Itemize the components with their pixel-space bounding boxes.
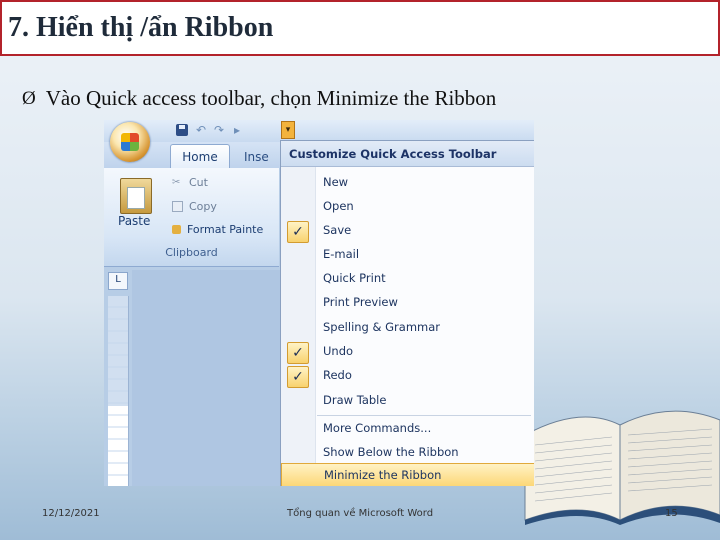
- cut-button[interactable]: ✂ Cut: [172, 176, 208, 189]
- menu-item-print-preview[interactable]: Print Preview: [281, 291, 534, 315]
- format-painter-button[interactable]: Format Painte: [172, 223, 263, 236]
- tab-home[interactable]: Home: [170, 144, 230, 169]
- undo-icon[interactable]: ↶: [196, 124, 208, 136]
- copy-icon: [172, 201, 183, 212]
- clipboard-group-label: Clipboard: [165, 246, 218, 259]
- paste-icon[interactable]: [120, 178, 152, 214]
- menu-item-more-commands[interactable]: More Commands...: [281, 417, 534, 441]
- menu-item-redo[interactable]: ✓ Redo: [281, 364, 534, 388]
- page-number: 15: [665, 508, 678, 519]
- paintbrush-icon: [172, 225, 181, 234]
- office-logo-icon: [121, 133, 139, 151]
- bullet-line: Ø Vào Quick access toolbar, chọn Minimiz…: [22, 86, 496, 111]
- bullet-text: Vào Quick access toolbar, chọn Minimize …: [45, 86, 497, 110]
- save-icon[interactable]: [176, 124, 188, 136]
- cut-label: Cut: [189, 176, 208, 189]
- menu-item-minimize-ribbon[interactable]: Minimize the Ribbon: [281, 463, 534, 486]
- document-area: [132, 270, 282, 486]
- menu-item-undo[interactable]: ✓ Undo: [281, 340, 534, 364]
- customize-qat-dropdown-button[interactable]: ▾: [281, 121, 295, 139]
- menu-item-save[interactable]: ✓ Save: [281, 219, 534, 243]
- copy-button[interactable]: Copy: [172, 200, 217, 213]
- word-screenshot: ↶ ↷ ▸ ▾ Home Inse Paste ✂ Cut Copy Forma…: [104, 120, 534, 486]
- checkmark-icon: ✓: [287, 221, 309, 243]
- menu-item-email[interactable]: E-mail: [281, 243, 534, 267]
- menu-item-spelling-grammar[interactable]: Spelling & Grammar: [281, 316, 534, 340]
- menu-item-open[interactable]: Open: [281, 195, 534, 219]
- format-painter-label: Format Painte: [187, 223, 264, 236]
- customize-qat-menu: Customize Quick Access Toolbar New Open …: [280, 140, 534, 486]
- menu-item-new[interactable]: New: [281, 171, 534, 195]
- slide-title-bar: 7. Hiển thị /ẩn Ribbon: [0, 0, 720, 56]
- tab-insert[interactable]: Inse: [244, 146, 284, 168]
- checkmark-icon: ✓: [287, 342, 309, 364]
- menu-separator: [317, 415, 531, 416]
- footer-title: Tổng quan về Microsoft Word: [287, 508, 434, 519]
- checkmark-icon: ✓: [287, 366, 309, 388]
- footer-date: 12/12/2021: [42, 508, 100, 519]
- vertical-ruler-margin: [108, 296, 128, 406]
- menu-item-show-below-ribbon[interactable]: Show Below the Ribbon: [281, 441, 534, 465]
- slide-title: 7. Hiển thị /ẩn Ribbon: [8, 12, 274, 43]
- repeat-icon[interactable]: ▸: [234, 124, 246, 136]
- tab-selector-icon[interactable]: L: [108, 272, 128, 290]
- office-button[interactable]: [110, 122, 150, 162]
- book-decoration: [524, 410, 720, 525]
- redo-icon[interactable]: ↷: [214, 124, 226, 136]
- menu-header: Customize Quick Access Toolbar: [281, 141, 534, 167]
- copy-label: Copy: [189, 200, 217, 213]
- menu-item-quick-print[interactable]: Quick Print: [281, 267, 534, 291]
- scissors-icon: ✂: [172, 177, 181, 188]
- menu-item-draw-table[interactable]: Draw Table: [281, 389, 534, 413]
- quick-access-toolbar: [104, 120, 534, 142]
- paste-button-label[interactable]: Paste: [118, 214, 150, 228]
- bullet-arrow-icon: Ø: [22, 87, 36, 109]
